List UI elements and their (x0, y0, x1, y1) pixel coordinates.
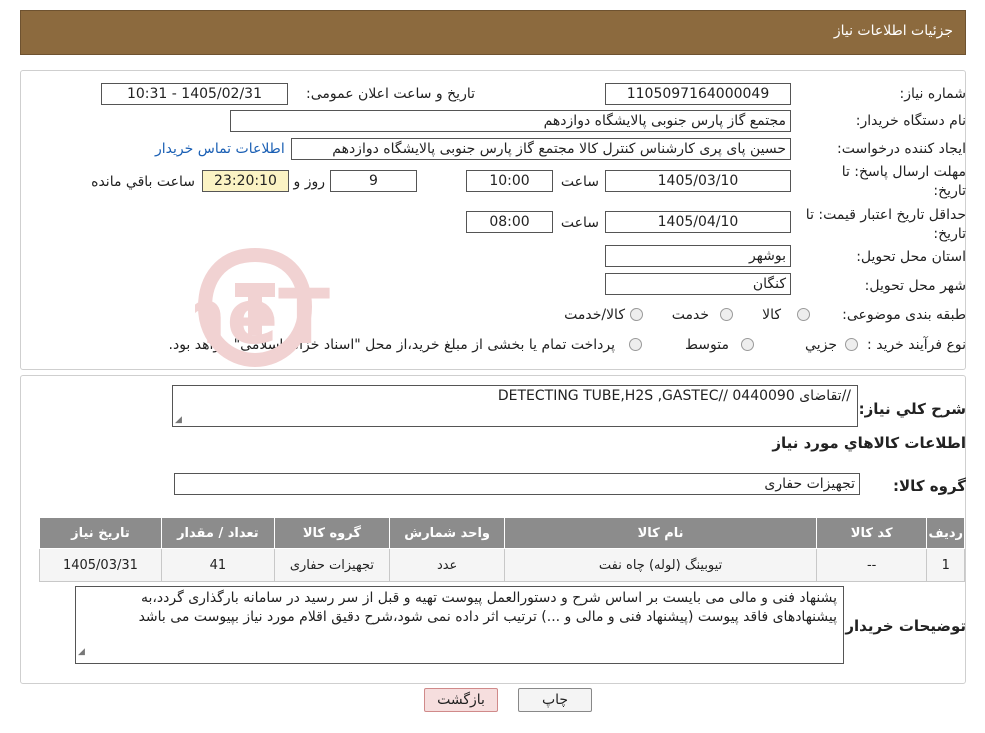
need-number-label: شماره نیاز: (899, 86, 967, 102)
reply-deadline-time-label: ساعت (560, 174, 599, 190)
back-button[interactable]: بازگشت (424, 688, 498, 712)
print-button[interactable]: چاپ (518, 688, 592, 712)
col-item-group: گروه کالا (273, 517, 390, 549)
price-validity-time-field: 08:00 (466, 211, 553, 233)
process-radio-medium[interactable] (741, 338, 754, 351)
process-radio-minor[interactable] (845, 338, 858, 351)
announce-datetime-field: 1405/02/31 - 10:31 (101, 83, 288, 105)
cell-row-number: 1 (926, 548, 965, 582)
col-need-date: تاریخ نیاز (39, 517, 162, 549)
treasury-note: پرداخت تمام یا بخشی از مبلغ خرید،از محل … (168, 337, 615, 353)
city-label: شهر محل تحویل: (864, 278, 966, 294)
description-text: DETECTING TUBE,H2S ,GASTEC// تقاضای 0440… (497, 388, 851, 404)
buyer-org-field: مجتمع گاز پارس جنوبی پالایشگاه دوازدهم (230, 110, 791, 132)
resize-handle-icon[interactable]: ◢ (175, 415, 182, 425)
col-quantity: تعداد / مقدار (160, 517, 275, 549)
reply-days-label: روز و (293, 174, 326, 190)
buyer-contact-link[interactable]: اطلاعات تماس خریدار (155, 141, 285, 157)
price-validity-label-line2: تاریخ: (933, 226, 966, 242)
category-option-goods-service: کالا/خدمت (564, 307, 625, 323)
remaining-time-field: 23:20:10 (202, 170, 289, 192)
goods-table: ردیف کد کالا نام کالا واحد شمارش گروه کا… (39, 517, 965, 582)
reply-deadline-date-field: 1405/03/10 (605, 170, 791, 192)
cell-item-code: -- (815, 548, 928, 582)
reply-deadline-label-line1: مهلت ارسال پاسخ: تا (841, 164, 966, 180)
reply-deadline-label-line2: تاریخ: (933, 183, 966, 199)
province-label: استان محل تحویل: (856, 249, 966, 265)
category-label: طبقه بندی موضوعی: (842, 307, 966, 323)
col-item-name: نام کالا (504, 517, 817, 549)
reply-deadline-time-field: 10:00 (466, 170, 553, 192)
need-number-field: 1105097164000049 (605, 83, 791, 105)
buyer-notes-textarea[interactable]: پشنهاد فنی و مالی می بایست بر اساس شرح و… (75, 586, 844, 664)
cell-quantity: 41 (160, 548, 275, 582)
col-item-code: کد کالا (815, 517, 928, 549)
buyer-org-label: نام دستگاه خریدار: (855, 113, 966, 129)
cell-unit: عدد (388, 548, 506, 582)
col-row-number: ردیف (926, 517, 965, 549)
goods-table-header-row: ردیف کد کالا نام کالا واحد شمارش گروه کا… (39, 517, 965, 549)
price-validity-label: حداقل تاریخ اعتبار قیمت: تا تاریخ: (806, 206, 966, 244)
goods-section-title: اطلاعات کالاهاي مورد نياز (772, 434, 966, 452)
remaining-time-label: ساعت باقي مانده (91, 174, 195, 190)
reply-deadline-label: مهلت ارسال پاسخ: تا تاریخ: (842, 163, 966, 201)
buyer-notes-label: توضیحات خریدار: (839, 617, 966, 635)
requester-label: ایجاد کننده درخواست: (837, 141, 966, 157)
description-textarea[interactable]: DETECTING TUBE,H2S ,GASTEC// تقاضای 0440… (172, 385, 858, 427)
reply-days-field: 9 (330, 170, 417, 192)
process-type-label: نوع فرآیند خرید : (867, 337, 966, 353)
cell-need-date: 1405/03/31 (39, 548, 162, 582)
page-header: جزئیات اطلاعات نیاز (20, 10, 966, 55)
process-option-minor: جزيي (805, 337, 837, 353)
category-radio-goods[interactable] (797, 308, 810, 321)
requester-field: حسین پای پری کارشناس کنترل کالا مجتمع گا… (291, 138, 791, 160)
city-field: کنگان (605, 273, 791, 295)
price-validity-date-field: 1405/04/10 (605, 211, 791, 233)
category-option-service: خدمت (671, 307, 709, 323)
category-radio-service[interactable] (720, 308, 733, 321)
price-validity-label-line1: حداقل تاریخ اعتبار قیمت: تا (805, 207, 966, 223)
category-radio-goods-service[interactable] (630, 308, 643, 321)
process-radio-treasury[interactable] (629, 338, 642, 351)
process-option-medium: متوسط (685, 337, 729, 353)
cell-item-name: تیوبینگ (لوله) چاه نفت (504, 548, 817, 582)
col-unit: واحد شمارش (388, 517, 506, 549)
notes-resize-handle-icon[interactable]: ◢ (78, 643, 85, 662)
category-option-goods: کالا (762, 307, 781, 323)
table-row: 1 -- تیوبینگ (لوله) چاه نفت عدد تجهیزات … (39, 548, 965, 582)
price-validity-time-label: ساعت (560, 215, 599, 231)
goods-group-label: گروه کالا: (893, 477, 966, 495)
description-label: شرح کلي نياز: (858, 400, 966, 418)
buyer-notes-text: پشنهاد فنی و مالی می بایست بر اساس شرح و… (138, 590, 837, 625)
announce-datetime-label: تاریخ و ساعت اعلان عمومی: (306, 86, 475, 102)
page-title: جزئیات اطلاعات نیاز (833, 23, 953, 39)
cell-item-group: تجهیزات حفاری (273, 548, 390, 582)
province-field: بوشهر (605, 245, 791, 267)
goods-group-field: تجهیزات حفاری (174, 473, 860, 495)
